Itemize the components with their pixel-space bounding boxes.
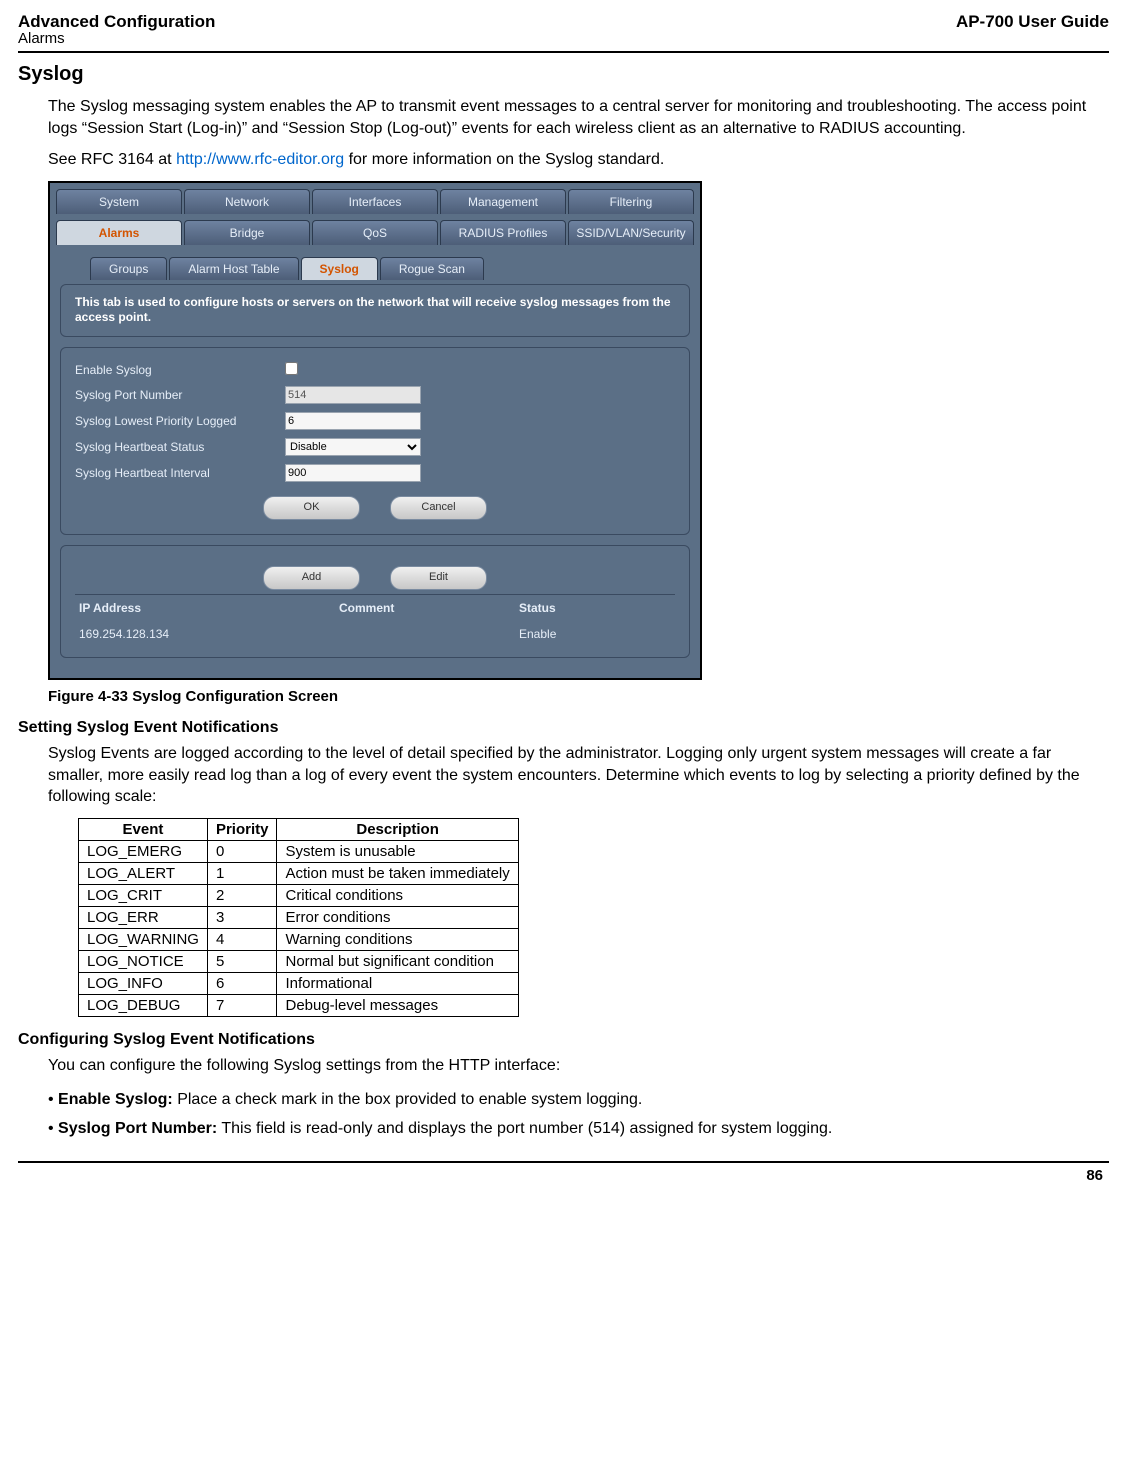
host-table-header: IP Address Comment Status xyxy=(75,594,675,621)
configuring-notifications-title: Configuring Syslog Event Notifications xyxy=(18,1031,1109,1049)
panel-description-text: This tab is used to configure hosts or s… xyxy=(75,295,675,326)
intro-paragraph-1: The Syslog messaging system enables the … xyxy=(48,96,1109,139)
table-row: LOG_WARNING4Warning conditions xyxy=(79,928,519,950)
table-row: LOG_CRIT2Critical conditions xyxy=(79,884,519,906)
header-right-title: AP-700 User Guide xyxy=(956,12,1109,32)
subtab-syslog[interactable]: Syslog xyxy=(301,257,378,280)
section-title: Syslog xyxy=(18,63,1109,86)
cancel-button[interactable]: Cancel xyxy=(390,496,487,520)
tab-alarms[interactable]: Alarms xyxy=(56,220,182,245)
table-row: LOG_DEBUG7Debug-level messages xyxy=(79,994,519,1016)
heartbeat-interval-label: Syslog Heartbeat Interval xyxy=(75,466,285,480)
main-tab-row-1: System Network Interfaces Management Fil… xyxy=(50,183,700,214)
subtab-groups[interactable]: Groups xyxy=(90,257,167,280)
subtab-alarm-host-table[interactable]: Alarm Host Table xyxy=(169,257,298,280)
intro-paragraph-2: See RFC 3164 at http://www.rfc-editor.or… xyxy=(48,149,1109,171)
col-header-comment: Comment xyxy=(339,601,519,615)
heartbeat-interval-input[interactable] xyxy=(285,464,421,482)
syslog-port-input xyxy=(285,386,421,404)
tab-filtering[interactable]: Filtering xyxy=(568,189,694,214)
th-priority: Priority xyxy=(207,818,277,840)
header-subtitle: Alarms xyxy=(18,30,1109,47)
tab-management[interactable]: Management xyxy=(440,189,566,214)
intro-text-b: for more information on the Syslog stand… xyxy=(344,151,664,168)
syslog-config-screenshot: System Network Interfaces Management Fil… xyxy=(48,181,702,680)
tab-system[interactable]: System xyxy=(56,189,182,214)
tab-bridge[interactable]: Bridge xyxy=(184,220,310,245)
intro-text-a: See RFC 3164 at xyxy=(48,151,176,168)
th-event: Event xyxy=(79,818,208,840)
host-table-row[interactable]: 169.254.128.134 Enable xyxy=(75,621,675,647)
syslog-port-label: Syslog Port Number xyxy=(75,388,285,402)
subtab-rogue-scan[interactable]: Rogue Scan xyxy=(380,257,484,280)
header-left-title: Advanced Configuration xyxy=(18,12,215,32)
add-button[interactable]: Add xyxy=(263,566,360,590)
tab-ssid-vlan-security[interactable]: SSID/VLAN/Security xyxy=(568,220,694,245)
table-row: LOG_ERR3Error conditions xyxy=(79,906,519,928)
enable-syslog-label: Enable Syslog xyxy=(75,363,285,377)
figure-caption: Figure 4-33 Syslog Configuration Screen xyxy=(48,688,1109,705)
footer-rule xyxy=(18,1161,1109,1163)
priority-table: Event Priority Description LOG_EMERG0Sys… xyxy=(78,818,519,1017)
cell-status: Enable xyxy=(519,627,619,641)
heartbeat-status-select[interactable]: Disable xyxy=(285,438,421,456)
table-row: LOG_INFO6Informational xyxy=(79,972,519,994)
tab-qos[interactable]: QoS xyxy=(312,220,438,245)
col-header-status: Status xyxy=(519,601,619,615)
syslog-priority-input[interactable] xyxy=(285,412,421,430)
header-rule xyxy=(18,51,1109,53)
bullet-syslog-port: Syslog Port Number: This field is read-o… xyxy=(48,1115,1109,1143)
sub-tab-row: Groups Alarm Host Table Syslog Rogue Sca… xyxy=(60,257,690,280)
tab-radius-profiles[interactable]: RADIUS Profiles xyxy=(440,220,566,245)
table-row: LOG_ALERT1Action must be taken immediate… xyxy=(79,862,519,884)
th-description: Description xyxy=(277,818,518,840)
edit-button[interactable]: Edit xyxy=(390,566,487,590)
ok-button[interactable]: OK xyxy=(263,496,360,520)
cell-comment xyxy=(339,627,519,641)
main-tab-row-2: Alarms Bridge QoS RADIUS Profiles SSID/V… xyxy=(50,214,700,245)
host-table-panel: Add Edit IP Address Comment Status 169.2… xyxy=(60,545,690,658)
setting-notifications-paragraph: Syslog Events are logged according to th… xyxy=(48,743,1109,808)
table-row: LOG_NOTICE5Normal but significant condit… xyxy=(79,950,519,972)
rfc-link[interactable]: http://www.rfc-editor.org xyxy=(176,151,344,168)
page-number: 86 xyxy=(18,1167,1109,1184)
tab-network[interactable]: Network xyxy=(184,189,310,214)
syslog-priority-label: Syslog Lowest Priority Logged xyxy=(75,414,285,428)
configuring-intro: You can configure the following Syslog s… xyxy=(48,1055,1109,1077)
heartbeat-status-label: Syslog Heartbeat Status xyxy=(75,440,285,454)
tab-interfaces[interactable]: Interfaces xyxy=(312,189,438,214)
bullet-enable-syslog: Enable Syslog: Place a check mark in the… xyxy=(48,1086,1109,1114)
table-row: LOG_EMERG0System is unusable xyxy=(79,840,519,862)
enable-syslog-checkbox[interactable] xyxy=(285,362,298,375)
description-panel: This tab is used to configure hosts or s… xyxy=(60,284,690,337)
setting-notifications-title: Setting Syslog Event Notifications xyxy=(18,719,1109,737)
col-header-ip: IP Address xyxy=(79,601,339,615)
form-panel: Enable Syslog Syslog Port Number Syslog … xyxy=(60,347,690,535)
cell-ip: 169.254.128.134 xyxy=(79,627,339,641)
